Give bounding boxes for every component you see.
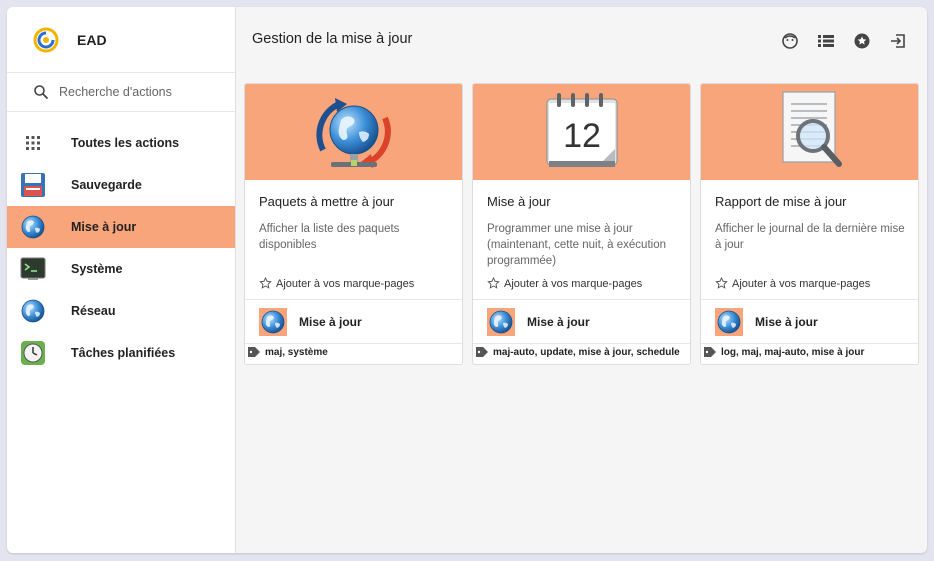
category-label: Mise à jour xyxy=(527,314,590,329)
search-icon xyxy=(34,85,49,100)
tag-icon xyxy=(248,347,260,357)
sidebar-item-label: Mise à jour xyxy=(71,220,137,234)
category-label: Mise à jour xyxy=(299,314,362,329)
card-banner xyxy=(245,84,462,180)
action-card[interactable]: Rapport de mise à jour Afficher le journ… xyxy=(700,83,919,365)
list-icon[interactable] xyxy=(817,32,835,50)
card-banner: 12 xyxy=(473,84,690,180)
calendar-day: 12 xyxy=(563,117,601,155)
sidebar-nav: Toutes les actions Sauvegarde Mise à jou… xyxy=(7,112,235,374)
card-tags: maj, système xyxy=(247,346,328,358)
globe-icon xyxy=(715,307,743,336)
document-search-icon xyxy=(781,91,842,167)
header-actions xyxy=(781,32,907,50)
card-category[interactable]: Mise à jour xyxy=(701,299,918,344)
sidebar-item-scheduled-tasks[interactable]: Tâches planifiées xyxy=(7,332,235,374)
sidebar-item-network[interactable]: Réseau xyxy=(7,290,235,332)
app-name: EAD xyxy=(77,31,107,48)
star-circle-icon[interactable] xyxy=(853,32,871,50)
ead-logo-icon xyxy=(33,27,59,52)
sidebar-item-system[interactable]: Système xyxy=(7,248,235,290)
tags-label: maj-auto, update, mise à jour, schedule xyxy=(493,346,680,358)
sidebar-item-all-actions[interactable]: Toutes les actions xyxy=(7,122,235,164)
sidebar-item-backup[interactable]: Sauvegarde xyxy=(7,164,235,206)
header: Gestion de la mise à jour xyxy=(236,7,927,69)
bookmark-link[interactable]: Ajouter à vos marque-pages xyxy=(487,277,642,290)
bookmark-label: Ajouter à vos marque-pages xyxy=(732,277,871,290)
sidebar: EAD Toutes les actions xyxy=(7,7,236,553)
grid-icon xyxy=(19,129,47,157)
bookmark-link[interactable]: Ajouter à vos marque-pages xyxy=(715,277,870,290)
face-icon[interactable] xyxy=(781,32,799,50)
search-input[interactable] xyxy=(59,85,209,99)
globe-icon xyxy=(19,297,47,325)
tags-label: log, maj, maj-auto, mise à jour xyxy=(721,346,865,358)
globe-network-icon xyxy=(315,98,391,168)
globe-icon xyxy=(19,213,47,241)
sidebar-item-label: Système xyxy=(71,262,123,276)
calendar-icon: 12 xyxy=(546,93,617,167)
sidebar-item-update[interactable]: Mise à jour xyxy=(7,206,235,248)
sidebar-item-label: Toutes les actions xyxy=(71,136,180,150)
tag-icon xyxy=(704,347,716,357)
card-title: Rapport de mise à jour xyxy=(715,194,847,209)
category-label: Mise à jour xyxy=(755,314,818,329)
app-window: EAD Toutes les actions xyxy=(7,7,927,553)
terminal-icon xyxy=(19,255,47,283)
sidebar-item-label: Sauvegarde xyxy=(71,178,142,192)
main-content: Gestion de la mise à jour Paquets à mett… xyxy=(236,7,927,553)
star-outline-icon xyxy=(715,277,728,289)
action-card[interactable]: Paquets à mettre à jour Afficher la list… xyxy=(244,83,463,365)
action-cards: Paquets à mettre à jour Afficher la list… xyxy=(244,83,919,365)
globe-icon xyxy=(487,307,515,336)
star-outline-icon xyxy=(487,277,500,289)
tags-label: maj, système xyxy=(265,346,328,358)
bookmark-label: Ajouter à vos marque-pages xyxy=(504,277,643,290)
card-category[interactable]: Mise à jour xyxy=(245,299,462,344)
card-banner xyxy=(701,84,918,180)
page-title: Gestion de la mise à jour xyxy=(252,31,413,47)
globe-icon xyxy=(259,307,287,336)
tag-icon xyxy=(476,347,488,357)
card-category[interactable]: Mise à jour xyxy=(473,299,690,344)
sidebar-item-label: Réseau xyxy=(71,304,116,318)
card-tags: maj-auto, update, mise à jour, schedule xyxy=(475,346,680,358)
bookmark-link[interactable]: Ajouter à vos marque-pages xyxy=(259,277,414,290)
card-title: Paquets à mettre à jour xyxy=(259,194,395,209)
brand: EAD xyxy=(7,7,235,73)
card-description: Afficher la liste des paquets disponible… xyxy=(259,223,400,251)
card-description: Programmer une mise à jour (maintenant, … xyxy=(487,223,666,267)
sidebar-item-label: Tâches planifiées xyxy=(71,346,176,360)
card-title: Mise à jour xyxy=(487,194,551,209)
logout-icon[interactable] xyxy=(889,32,907,50)
floppy-disk-icon xyxy=(19,171,47,199)
card-description: Afficher le journal de la dernière mise … xyxy=(715,223,905,251)
card-tags: log, maj, maj-auto, mise à jour xyxy=(703,346,864,358)
bookmark-label: Ajouter à vos marque-pages xyxy=(276,277,415,290)
star-outline-icon xyxy=(259,277,272,289)
clock-icon xyxy=(19,339,47,367)
search-bar xyxy=(7,73,235,112)
action-card[interactable]: 12 Mise à jour Programmer une mise à jou… xyxy=(472,83,691,365)
